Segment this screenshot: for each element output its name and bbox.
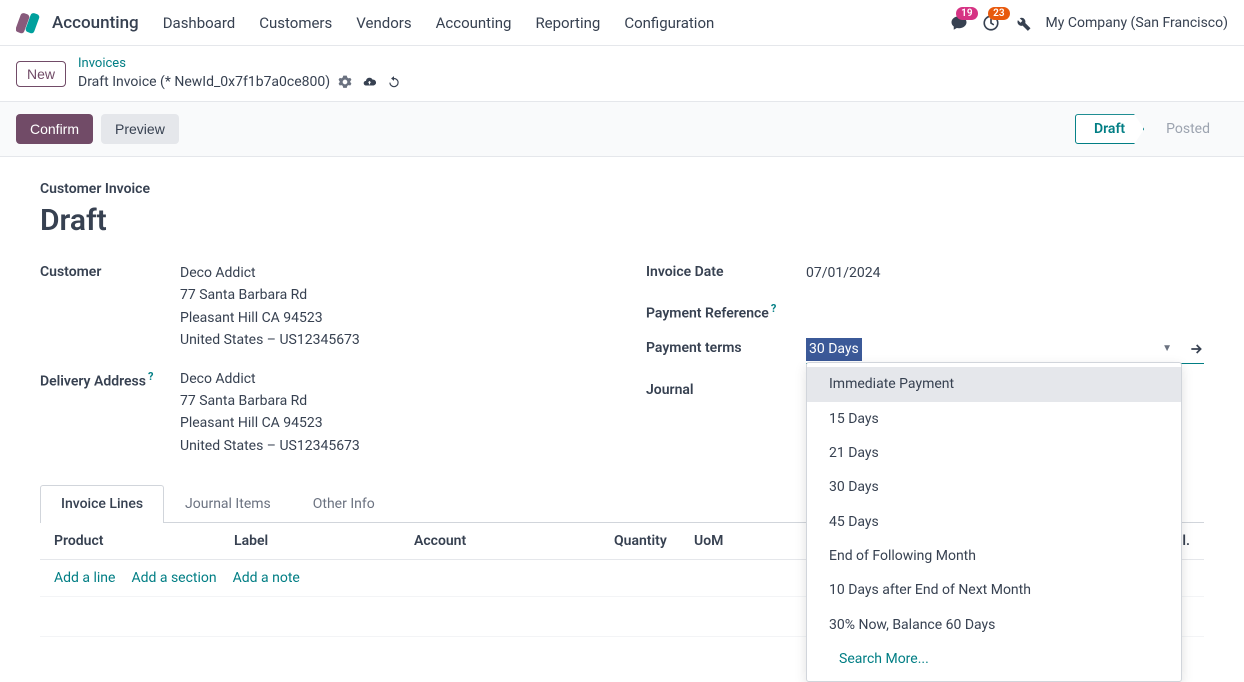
add-note-link[interactable]: Add a note (233, 570, 300, 586)
dd-option-10days-next[interactable]: 10 Days after End of Next Month (807, 573, 1181, 607)
delivery-country: United States – US12345673 (180, 435, 598, 457)
journal-label: Journal (646, 380, 806, 398)
customer-field: Customer Deco Addict 77 Santa Barbara Rd… (40, 262, 598, 352)
tab-journal-items[interactable]: Journal Items (164, 485, 292, 522)
dd-option-30pct[interactable]: 30% Now, Balance 60 Days (807, 608, 1181, 642)
breadcrumb-bar: New Invoices Draft Invoice (* NewId_0x7f… (0, 46, 1244, 101)
gear-icon[interactable] (338, 75, 352, 89)
new-button[interactable]: New (16, 61, 66, 87)
payment-terms-label: Payment terms (646, 338, 806, 363)
form-left-column: Customer Deco Addict 77 Santa Barbara Rd… (40, 262, 598, 457)
delivery-street: 77 Santa Barbara Rd (180, 390, 598, 412)
payment-terms-dropdown[interactable]: 30 Days ▼ (806, 338, 1204, 363)
col-uom: UoM (694, 533, 774, 549)
wrench-icon (1014, 14, 1032, 32)
chevron-down-icon[interactable]: ▼ (1162, 341, 1172, 357)
delivery-field: Delivery Address? Deco Addict 77 Santa B… (40, 368, 598, 458)
tab-invoice-lines[interactable]: Invoice Lines (40, 485, 164, 523)
nav-links: Dashboard Customers Vendors Accounting R… (163, 14, 950, 32)
payment-terms-selected: 30 Days (806, 338, 862, 360)
dd-option-15days[interactable]: 15 Days (807, 402, 1181, 436)
app-logo-icon (16, 11, 40, 35)
nav-reporting[interactable]: Reporting (535, 14, 600, 32)
dd-option-immediate[interactable]: Immediate Payment (807, 367, 1181, 401)
col-product: Product (54, 533, 234, 549)
app-name: Accounting (52, 13, 139, 33)
cloud-upload-icon[interactable] (362, 75, 377, 89)
form-title: Draft (40, 203, 1204, 238)
external-link-icon[interactable] (1188, 341, 1204, 357)
form-right-column: Invoice Date 07/01/2024 Payment Referenc… (646, 262, 1204, 457)
nav-accounting[interactable]: Accounting (436, 14, 512, 32)
nav-configuration[interactable]: Configuration (624, 14, 714, 32)
customer-label: Customer (40, 262, 180, 352)
invoice-date-field: Invoice Date 07/01/2024 (646, 262, 1204, 284)
messages-button[interactable]: 19 (950, 14, 968, 32)
delivery-value[interactable]: Deco Addict 77 Santa Barbara Rd Pleasant… (180, 368, 598, 458)
company-selector[interactable]: My Company (San Francisco) (1046, 15, 1228, 31)
breadcrumb-current: Draft Invoice (* NewId_0x7f1b7a0ce800) (78, 73, 401, 91)
payment-reference-label: Payment Reference? (646, 300, 806, 322)
help-icon[interactable]: ? (771, 302, 776, 315)
col-account: Account (414, 533, 614, 549)
form-subtitle: Customer Invoice (40, 181, 1204, 197)
topnav-right: 19 23 My Company (San Francisco) (950, 14, 1228, 32)
delivery-city: Pleasant Hill CA 94523 (180, 412, 598, 434)
add-section-link[interactable]: Add a section (131, 570, 216, 586)
help-icon[interactable]: ? (148, 370, 153, 383)
col-quantity: Quantity (614, 533, 694, 549)
nav-dashboard[interactable]: Dashboard (163, 14, 236, 32)
nav-vendors[interactable]: Vendors (356, 14, 411, 32)
delivery-label: Delivery Address? (40, 368, 180, 458)
messages-badge: 19 (956, 7, 977, 20)
status-posted[interactable]: Posted (1144, 115, 1228, 143)
breadcrumb-current-text: Draft Invoice (* NewId_0x7f1b7a0ce800) (78, 73, 330, 91)
tools-button[interactable] (1014, 14, 1032, 32)
customer-street: 77 Santa Barbara Rd (180, 284, 598, 306)
customer-country: United States – US12345673 (180, 329, 598, 351)
payment-terms-field: Payment terms 30 Days ▼ Immediate Paymen… (646, 338, 1204, 363)
status-steps: Draft Posted (1075, 114, 1228, 144)
dd-option-21days[interactable]: 21 Days (807, 436, 1181, 470)
breadcrumb-parent[interactable]: Invoices (78, 56, 401, 73)
breadcrumb: Invoices Draft Invoice (* NewId_0x7f1b7a… (78, 56, 401, 91)
form-sheet: Customer Invoice Draft Customer Deco Add… (0, 157, 1244, 661)
invoice-date-label: Invoice Date (646, 262, 806, 284)
confirm-button[interactable]: Confirm (16, 114, 93, 144)
dd-option-30days[interactable]: 30 Days (807, 470, 1181, 504)
customer-value[interactable]: Deco Addict 77 Santa Barbara Rd Pleasant… (180, 262, 598, 352)
status-draft[interactable]: Draft (1075, 114, 1144, 144)
add-line-link[interactable]: Add a line (54, 570, 115, 586)
dd-option-45days[interactable]: 45 Days (807, 505, 1181, 539)
payment-terms-menu: Immediate Payment 15 Days 21 Days 30 Day… (806, 362, 1182, 682)
nav-customers[interactable]: Customers (259, 14, 332, 32)
delivery-name: Deco Addict (180, 368, 598, 390)
dd-option-eom[interactable]: End of Following Month (807, 539, 1181, 573)
activities-button[interactable]: 23 (982, 14, 1000, 32)
payment-reference-field: Payment Reference? (646, 300, 1204, 322)
payment-terms-value: 30 Days ▼ Immediate Payment 15 Days 21 D… (806, 338, 1204, 363)
action-bar: Confirm Preview Draft Posted (0, 101, 1244, 157)
payment-reference-value[interactable] (806, 300, 1204, 322)
dd-search-more[interactable]: Search More... (807, 642, 1181, 676)
customer-name: Deco Addict (180, 262, 598, 284)
undo-icon[interactable] (387, 75, 401, 89)
col-label: Label (234, 533, 414, 549)
customer-city: Pleasant Hill CA 94523 (180, 307, 598, 329)
top-navbar: Accounting Dashboard Customers Vendors A… (0, 0, 1244, 46)
activities-badge: 23 (988, 7, 1009, 20)
preview-button[interactable]: Preview (101, 114, 179, 144)
invoice-date-value[interactable]: 07/01/2024 (806, 262, 1204, 284)
tab-other-info[interactable]: Other Info (292, 485, 396, 522)
